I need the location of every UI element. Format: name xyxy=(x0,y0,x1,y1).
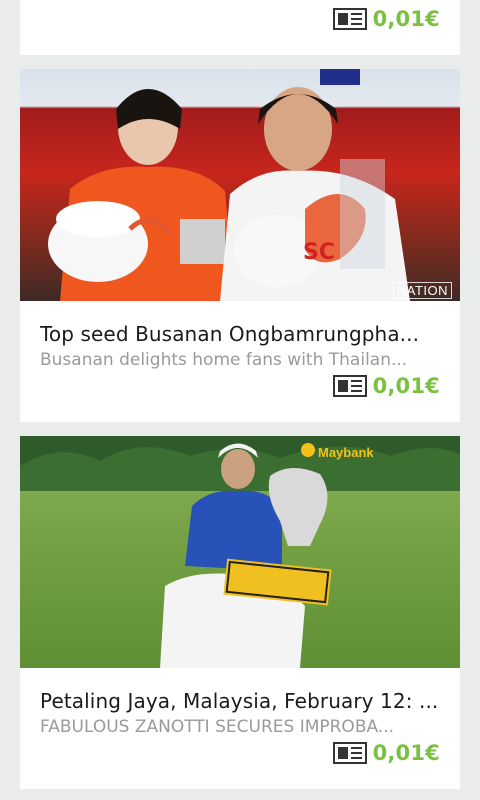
news-card[interactable]: SC NATION Top seed Busanan Ongbamrungpha… xyxy=(20,69,460,422)
price-row: 0,01€ xyxy=(332,7,440,31)
image-watermark: NATION xyxy=(392,282,452,299)
news-card[interactable]: Maybank Petaling Jaya, Malaysia, Februar… xyxy=(20,436,460,789)
article-image: Maybank xyxy=(20,436,460,668)
image-brand-label: Maybank xyxy=(318,445,374,460)
article-subtitle: Busanan delights home fans with Thailan.… xyxy=(40,350,408,370)
article-title: Petaling Jaya, Malaysia, February 12: ..… xyxy=(40,689,439,713)
price-label: 0,01€ xyxy=(372,741,440,765)
article-title: Top seed Busanan Ongbamrungpha... xyxy=(40,322,420,346)
article-image: SC NATION xyxy=(20,69,460,301)
newspaper-icon xyxy=(332,375,367,397)
svg-text:SC: SC xyxy=(303,240,335,265)
price-label: 0,01€ xyxy=(372,7,440,31)
price-row: 0,01€ xyxy=(332,741,440,765)
news-card-previous[interactable]: 0,01€ xyxy=(20,0,460,55)
newspaper-icon xyxy=(332,742,367,764)
newspaper-icon xyxy=(332,8,367,30)
price-label: 0,01€ xyxy=(372,374,440,398)
price-row: 0,01€ xyxy=(332,374,440,398)
article-subtitle: FABULOUS ZANOTTI SECURES IMPROBA... xyxy=(40,717,395,737)
